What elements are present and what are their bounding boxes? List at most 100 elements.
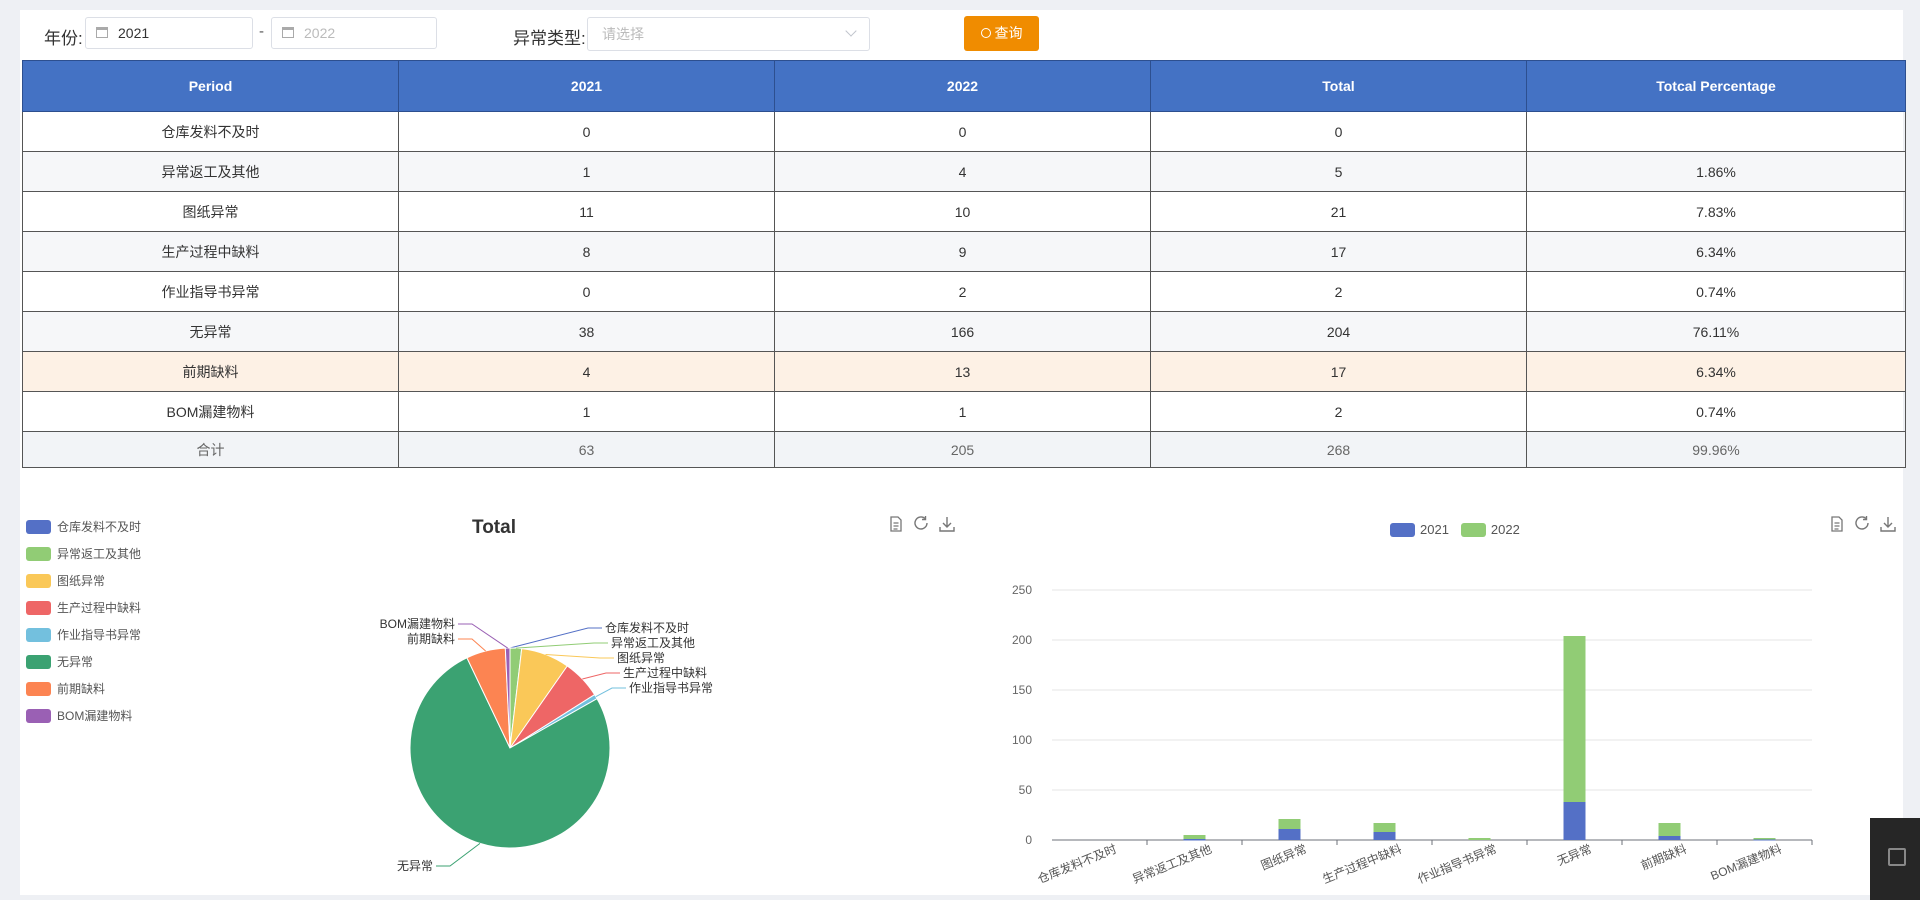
table-row: 仓库发料不及时 0 0 0 (22, 111, 1906, 152)
bar-segment[interactable] (1373, 823, 1396, 832)
cell-2022: 9 (774, 231, 1151, 272)
bar-segment[interactable] (1278, 829, 1301, 840)
legend-swatch (26, 681, 51, 696)
x-tick-label: 作业指导书异常 (1415, 841, 1499, 886)
pie-leader-line (595, 687, 626, 698)
table-row: 无异常 38 166 204 76.11% (22, 311, 1906, 352)
legend-swatch (26, 519, 51, 534)
legend-item[interactable]: 2021 (1390, 522, 1449, 537)
bar-segment[interactable] (1468, 838, 1491, 840)
legend-item[interactable]: 异常返工及其他 (26, 540, 141, 567)
legend-swatch (26, 708, 51, 723)
cell-2022: 1 (774, 391, 1151, 432)
pie-legend: 仓库发料不及时 异常返工及其他 图纸异常 生产过程中缺料作业指导书异常无异常前期缺料 B… (26, 513, 141, 729)
legend-label: 前期缺料 (57, 682, 106, 696)
y-tick-label: 50 (1019, 783, 1033, 797)
x-tick-label: 前期缺料 (1638, 841, 1688, 873)
y-tick-label: 150 (1012, 683, 1032, 697)
pie-slice-label: 仓库发料不及时 (605, 620, 689, 635)
pie-slice-label: 无异常 (397, 859, 433, 873)
bar-segment[interactable] (1373, 832, 1396, 840)
legend-item[interactable]: BOM漏建物料 (26, 702, 141, 729)
cell-2022: 13 (774, 351, 1151, 392)
legend-swatch (26, 600, 51, 615)
chevron-down-icon (845, 25, 857, 37)
cell-2022: 2 (774, 271, 1151, 312)
table-row: BOM漏建物料 1 1 2 0.74% (22, 391, 1906, 432)
data-view-icon[interactable] (887, 515, 905, 533)
legend-item[interactable]: 生产过程中缺料 (26, 594, 141, 621)
pie-leader-line (515, 642, 608, 649)
table-row: 作业指导书异常 0 2 2 0.74% (22, 271, 1906, 312)
pie-slice-label: BOM漏建物料 (380, 617, 455, 631)
table-total-row: 合计 63 205 268 99.96% (22, 431, 1906, 468)
bar-segment[interactable] (1658, 836, 1681, 840)
legend-swatch (26, 627, 51, 642)
y-tick-label: 250 (1012, 583, 1032, 597)
download-icon[interactable] (1879, 515, 1897, 533)
col-header-total: Total (1150, 60, 1527, 112)
restore-icon[interactable] (1853, 515, 1871, 533)
col-header-2021: 2021 (398, 60, 775, 112)
legend-item[interactable]: 图纸异常 (26, 567, 141, 594)
pie-leader-line (436, 842, 481, 867)
type-select[interactable]: 请选择 (587, 17, 870, 51)
x-tick-label: 异常返工及其他 (1130, 842, 1213, 886)
pie-chart-title: Total (472, 517, 516, 538)
legend-item[interactable]: 前期缺料 (26, 675, 141, 702)
cell-percentage (1526, 111, 1906, 152)
bar-segment[interactable] (1278, 819, 1301, 829)
query-button[interactable]: 查询 (964, 16, 1039, 51)
legend-item[interactable]: 仓库发料不及时 (26, 513, 141, 540)
cell-total: 2 (1150, 271, 1527, 312)
x-tick-label: 生产过程中缺料 (1320, 841, 1404, 886)
cell-2022: 4 (774, 151, 1151, 192)
cell-2021: 0 (398, 111, 775, 152)
calendar-icon (96, 27, 108, 38)
bar-segment[interactable] (1563, 802, 1586, 840)
col-header-percentage: Totcal Percentage (1526, 60, 1906, 112)
cell-period: 作业指导书异常 (22, 271, 399, 312)
year-from-input[interactable]: 2021 (85, 17, 253, 49)
legend-item[interactable]: 无异常 (26, 648, 141, 675)
query-label: 查询 (994, 25, 1023, 41)
table-header-row: Period 2021 2022 Total Totcal Percentage (22, 60, 1906, 112)
data-view-icon[interactable] (1828, 515, 1846, 533)
type-placeholder: 请选择 (602, 26, 644, 42)
cell-2021: 1 (398, 151, 775, 192)
legend-label: 作业指导书异常 (57, 628, 142, 642)
window-icon (1888, 848, 1906, 866)
cell-percentage: 7.83% (1526, 191, 1906, 232)
year-to-input[interactable]: 2022 (271, 17, 437, 49)
cell-period: BOM漏建物料 (22, 391, 399, 432)
cell-percentage: 0.74% (1526, 391, 1906, 432)
bar-segment[interactable] (1753, 838, 1776, 840)
pie-slice-label: 图纸异常 (617, 651, 665, 665)
bar-segment[interactable] (1183, 835, 1206, 839)
legend-item[interactable]: 2022 (1460, 522, 1520, 537)
cell-period: 无异常 (22, 311, 399, 352)
table-row: 异常返工及其他 1 4 5 1.86% (22, 151, 1906, 192)
cell-total: 21 (1150, 191, 1527, 232)
bar-chart: 0 50 100 150 200 250 仓库发料不及时 异常返工及其他 图纸异常 生产过程中缺料… (1012, 583, 1813, 886)
col-header-2022: 2022 (774, 60, 1151, 112)
pie-chart: 仓库发料不及时异常返工及其他图纸异常生产过程中缺料作业指导书异常无异常 前期缺料B… (380, 617, 713, 873)
cell-2021: 38 (398, 311, 775, 352)
window-corner-widget[interactable] (1870, 818, 1920, 900)
search-icon (980, 28, 991, 38)
bar-segment[interactable] (1563, 636, 1586, 802)
download-icon[interactable] (938, 515, 956, 533)
pie-leader-line (582, 672, 620, 680)
bar-segment[interactable] (1183, 839, 1206, 841)
pie-leader-line (458, 623, 508, 649)
cell-period: 仓库发料不及时 (22, 111, 399, 152)
year-to-placeholder: 2022 (304, 25, 336, 41)
legend-item[interactable]: 作业指导书异常 (26, 621, 141, 648)
restore-icon[interactable] (912, 515, 930, 533)
cell-period: 异常返工及其他 (22, 151, 399, 192)
pie-leader-line (458, 638, 486, 652)
y-tick-label: 100 (1012, 733, 1032, 747)
cell-2022: 0 (774, 111, 1151, 152)
bar-segment[interactable] (1658, 823, 1681, 836)
x-tick-label: 仓库发料不及时 (1035, 841, 1119, 886)
